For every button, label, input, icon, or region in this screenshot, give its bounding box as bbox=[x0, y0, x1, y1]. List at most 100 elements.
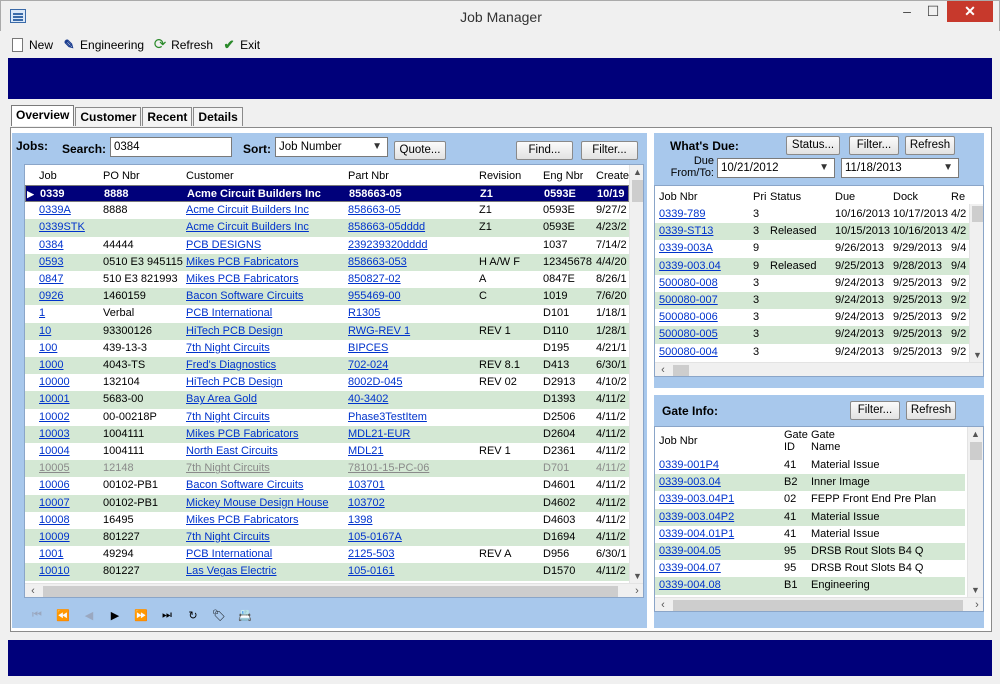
col-re[interactable]: Re bbox=[951, 191, 965, 203]
gate-job-cell[interactable]: 0339-003.04P1 bbox=[659, 491, 781, 508]
table-row[interactable]: 0339-789 3 10/16/2013 10/17/2013 4/2 bbox=[655, 206, 969, 223]
table-row[interactable]: 0339-ST13 3 Released 10/15/2013 10/16/2013 4/… bbox=[655, 223, 969, 241]
table-row[interactable]: 0339-003.04P2 41 Material Issue bbox=[655, 508, 965, 526]
table-row[interactable]: 10006 00102-PB1 Bacon Software Circuits 103… bbox=[25, 477, 629, 494]
jobs-hscrollbar[interactable]: ‹ › bbox=[25, 583, 643, 597]
part-nbr-cell[interactable]: 858663-053 bbox=[348, 254, 476, 271]
gate-job-cell[interactable]: 0339-004.08 bbox=[659, 577, 781, 594]
scroll-thumb[interactable] bbox=[972, 206, 983, 222]
part-nbr-cell[interactable]: 702-024 bbox=[348, 357, 476, 374]
customer-cell[interactable]: 7th Night Circuits bbox=[186, 460, 344, 477]
job-cell[interactable]: 10001 bbox=[39, 391, 101, 408]
gate-vscrollbar[interactable]: ▲ ▼ bbox=[967, 427, 983, 597]
table-row[interactable]: 0339-003A 9 9/26/2013 9/29/2013 9/4 bbox=[655, 240, 969, 257]
tab-overview[interactable]: Overview bbox=[11, 105, 75, 126]
job-cell[interactable]: 10010 bbox=[39, 563, 101, 580]
hscroll-thumb[interactable] bbox=[673, 600, 963, 611]
table-row[interactable]: 0926 1460159 Bacon Software Circuits 955469… bbox=[25, 288, 629, 306]
part-nbr-cell[interactable]: BIPCES bbox=[348, 340, 476, 357]
customer-cell[interactable]: PCB International bbox=[186, 305, 344, 322]
table-row[interactable]: 0339STK Acme Circuit Builders Inc 858663-0… bbox=[25, 219, 629, 237]
part-nbr-cell[interactable]: 105-0167A bbox=[348, 529, 476, 546]
hscroll-thumb[interactable] bbox=[43, 586, 618, 597]
customer-cell[interactable]: Bacon Software Circuits bbox=[186, 288, 344, 305]
table-row[interactable]: 10005 12148 7th Night Circuits 78101-15-PC-… bbox=[25, 460, 629, 478]
col-customer[interactable]: Customer bbox=[186, 170, 234, 182]
table-row[interactable]: 1 Verbal PCB International R1305 D101 1/18/1 bbox=[25, 305, 629, 322]
customer-cell[interactable]: Bacon Software Circuits bbox=[186, 477, 344, 494]
due-job-cell[interactable]: 500080-004 bbox=[659, 344, 751, 361]
table-row[interactable]: 10004 1004111 North East Circuits MDL21 REV … bbox=[25, 443, 629, 460]
table-row[interactable]: 0339A 8888 Acme Circuit Builders Inc 858663… bbox=[25, 202, 629, 219]
table-row[interactable]: 0339-003.04 9 Released 9/25/2013 9/28/2013 9/… bbox=[655, 257, 969, 275]
jobs-filter-button[interactable]: Filter... bbox=[581, 141, 638, 160]
tab-customer[interactable]: Customer bbox=[75, 107, 142, 126]
part-nbr-cell[interactable]: 850827-02 bbox=[348, 271, 476, 288]
table-row[interactable]: 0593 0510 E3 945115 Mikes PCB Fabricators 8… bbox=[25, 253, 629, 271]
job-cell[interactable]: 1 bbox=[39, 305, 101, 322]
job-cell[interactable]: 10006 bbox=[39, 477, 101, 494]
table-row[interactable]: 0339-003.04P1 02 FEPP Front End Pre Plan bbox=[655, 491, 965, 508]
col-gate-name[interactable]: Gate Name bbox=[811, 429, 841, 453]
part-nbr-cell[interactable]: 40-3402 bbox=[348, 391, 476, 408]
scroll-right-icon[interactable]: › bbox=[629, 584, 643, 597]
table-row[interactable]: 10002 00-00218P 7th Night Circuits Phase3Te… bbox=[25, 409, 629, 426]
table-row[interactable]: 500080-005 3 9/24/2013 9/25/2013 9/2 bbox=[655, 326, 969, 344]
job-cell[interactable]: 1000 bbox=[39, 357, 101, 374]
due-from-select[interactable]: 10/21/2012 ▼ bbox=[717, 158, 835, 178]
refresh-button[interactable]: ⟳ Refresh bbox=[152, 37, 213, 53]
close-button[interactable]: ✕ bbox=[947, 1, 993, 22]
table-row[interactable]: 0339-003.04 B2 Inner Image bbox=[655, 474, 965, 492]
scroll-thumb[interactable] bbox=[632, 180, 643, 202]
table-row[interactable]: 10000 132104 HiTech PCB Design 8002D-045 REV… bbox=[25, 374, 629, 391]
customer-cell[interactable]: 7th Night Circuits bbox=[186, 529, 344, 546]
customer-cell[interactable]: HiTech PCB Design bbox=[186, 323, 344, 340]
part-nbr-cell[interactable]: 8002D-045 bbox=[348, 374, 476, 391]
job-cell[interactable]: 10004 bbox=[39, 443, 101, 460]
refresh-data-icon[interactable]: ↻ bbox=[180, 609, 206, 622]
col-due[interactable]: Due bbox=[835, 191, 855, 203]
table-row[interactable]: 0339-001P4 41 Material Issue bbox=[655, 457, 965, 474]
first-record-icon[interactable]: ⏮ bbox=[24, 609, 50, 622]
table-row[interactable]: 0847 510 E3 821993 Mikes PCB Fabricators 85… bbox=[25, 271, 629, 288]
minimize-button[interactable]: ‒ bbox=[894, 1, 920, 22]
part-nbr-cell[interactable]: 103702 bbox=[348, 495, 476, 512]
job-cell[interactable]: 10009 bbox=[39, 529, 101, 546]
part-nbr-cell[interactable]: 78101-15-PC-06 bbox=[348, 460, 476, 477]
scroll-left-icon[interactable]: ‹ bbox=[655, 363, 671, 376]
customer-cell[interactable]: Mikes PCB Fabricators bbox=[186, 254, 344, 271]
due-job-cell[interactable]: 500080-005 bbox=[659, 326, 751, 343]
col-job[interactable]: Job bbox=[39, 170, 57, 182]
due-job-cell[interactable]: 0339-003A bbox=[659, 240, 751, 257]
table-row[interactable]: 500080-006 3 9/24/2013 9/25/2013 9/2 bbox=[655, 309, 969, 326]
customer-cell[interactable]: Acme Circuit Builders Inc bbox=[186, 219, 344, 236]
part-nbr-cell[interactable]: 955469-00 bbox=[348, 288, 476, 305]
customer-cell[interactable]: 7th Night Circuits bbox=[186, 340, 344, 357]
table-row[interactable]: 0384 44444 PCB DESIGNS 239239320dddd 1037 7/1… bbox=[25, 237, 629, 254]
customer-cell[interactable]: PCB DESIGNS bbox=[186, 237, 344, 254]
due-filter-button[interactable]: Filter... bbox=[849, 136, 899, 155]
customer-cell[interactable]: PCB International bbox=[186, 546, 344, 563]
customer-cell[interactable]: Mickey Mouse Design House bbox=[186, 495, 344, 512]
table-row[interactable]: 0339-004.05 95 DRSB Rout Slots B4 Q bbox=[655, 543, 965, 561]
quote-button[interactable]: Quote... bbox=[394, 141, 446, 160]
customer-cell[interactable]: Mikes PCB Fabricators bbox=[186, 512, 344, 529]
table-row[interactable]: 10001 5683-00 Bay Area Gold 40-3402 D1393 4/1… bbox=[25, 391, 629, 409]
col-gate-id[interactable]: Gate ID bbox=[784, 429, 810, 453]
scroll-up-icon[interactable]: ▲ bbox=[968, 427, 983, 441]
engineering-button[interactable]: ✎ Engineering bbox=[61, 37, 145, 53]
table-row[interactable]: 1001 49294 PCB International 2125-503 REV A D… bbox=[25, 546, 629, 563]
customer-cell[interactable]: Mikes PCB Fabricators bbox=[186, 271, 344, 288]
maximize-button[interactable]: ☐ bbox=[920, 1, 946, 22]
job-cell[interactable]: 10000 bbox=[39, 374, 101, 391]
gate-job-cell[interactable]: 0339-001P4 bbox=[659, 457, 781, 474]
table-row[interactable]: ▶ 0339 8888 Acme Circuit Builders Inc 858663… bbox=[25, 185, 629, 203]
scroll-down-icon[interactable]: ▼ bbox=[970, 348, 983, 362]
last-record-icon[interactable]: ⏭ bbox=[154, 609, 180, 622]
gate-job-cell[interactable]: 0339-004.05 bbox=[659, 543, 781, 560]
col-create[interactable]: Create bbox=[596, 170, 629, 182]
status-button[interactable]: Status... bbox=[786, 136, 840, 155]
scroll-left-icon[interactable]: ‹ bbox=[655, 598, 671, 611]
due-refresh-button[interactable]: Refresh bbox=[905, 136, 955, 155]
col-status[interactable]: Status bbox=[770, 191, 801, 203]
